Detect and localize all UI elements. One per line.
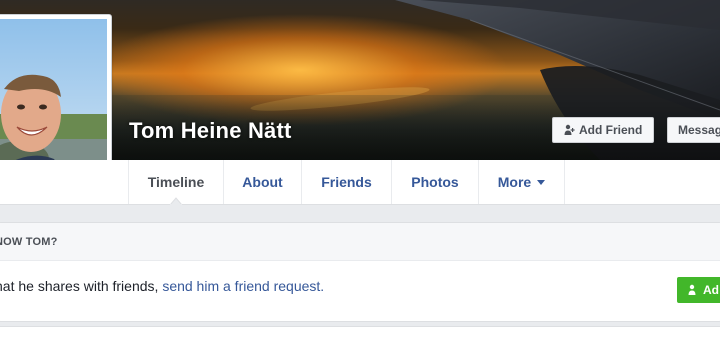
avatar — [0, 19, 107, 181]
know-him-heading: NOW TOM? — [0, 235, 58, 248]
profile-nav: Timeline About Friends Photos More — [0, 160, 720, 205]
send-friend-request-link[interactable]: send him a friend request. — [162, 278, 324, 294]
know-him-body: hat he shares with friends, send him a f… — [0, 261, 720, 323]
message-label: Messag — [678, 123, 720, 137]
next-card-edge — [0, 326, 720, 340]
know-him-text: hat he shares with friends, send him a f… — [0, 278, 324, 294]
know-him-card: NOW TOM? hat he shares with friends, sen… — [0, 222, 720, 322]
tab-timeline-label: Timeline — [147, 174, 205, 190]
tab-more-label: More — [497, 174, 532, 190]
add-friend-green-label: Ad — [703, 283, 719, 297]
add-friend-green-button[interactable]: Ad — [677, 277, 720, 303]
tab-about[interactable]: About — [224, 160, 302, 204]
add-friend-button[interactable]: Add Friend — [552, 117, 654, 143]
tab-about-label: About — [242, 174, 283, 190]
add-friend-label: Add Friend — [579, 123, 643, 137]
active-tab-indicator — [170, 197, 182, 205]
caret-down-icon — [537, 180, 546, 185]
profile-name[interactable]: Tom Heine Nätt — [129, 118, 292, 144]
tab-photos[interactable]: Photos — [392, 160, 479, 204]
message-button[interactable]: Messag — [667, 117, 720, 143]
tab-friends-label: Friends — [321, 174, 372, 190]
tab-photos-label: Photos — [411, 174, 459, 190]
tab-more[interactable]: More — [479, 160, 565, 204]
person-plus-icon — [564, 124, 575, 135]
know-him-text-prefix: hat he shares with friends, — [0, 278, 163, 294]
know-him-header: NOW TOM? — [0, 223, 720, 261]
person-plus-icon — [688, 284, 696, 295]
tab-friends[interactable]: Friends — [302, 160, 392, 204]
